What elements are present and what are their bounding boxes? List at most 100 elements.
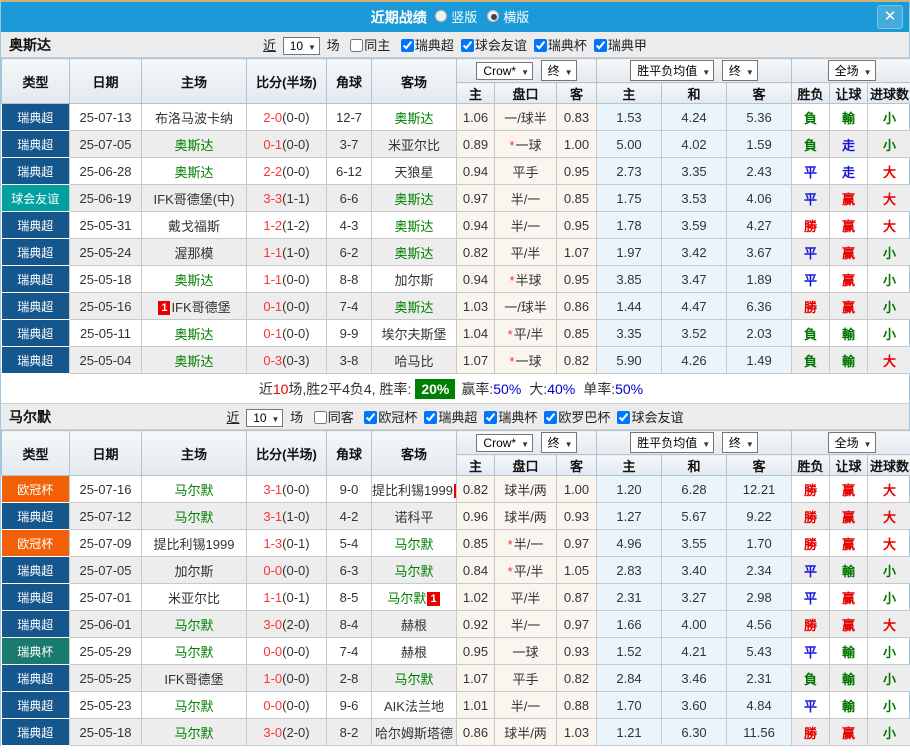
odds-home: 1.02 <box>457 584 495 611</box>
result-1: 赢 <box>830 185 868 212</box>
handicap-cell: *一球 <box>495 131 557 158</box>
col-result-wdl: 胜负 <box>792 455 830 476</box>
handicap-cell: 半/一 <box>495 212 557 239</box>
match-count-select[interactable]: 10 <box>283 37 320 55</box>
team-away: 加尔斯 <box>372 266 457 293</box>
league-checkbox-瑞典杯[interactable]: 瑞典杯 <box>481 410 537 425</box>
league-checkbox[interactable] <box>544 411 557 424</box>
odds-source-select[interactable]: Crow* <box>476 62 533 80</box>
col-odds-home: 主 <box>457 83 495 104</box>
home-team-name: 奥斯达 <box>174 327 213 342</box>
avg-source-select[interactable]: 胜平负均值 <box>630 432 714 453</box>
league-checkbox[interactable] <box>594 39 607 52</box>
home-team-name: 马尔默 <box>174 645 213 660</box>
league-type-cell: 瑞典超 <box>2 320 70 347</box>
league-checkbox-欧罗巴杯[interactable]: 欧罗巴杯 <box>541 410 610 425</box>
league-checkbox-欧冠杯[interactable]: 欧冠杯 <box>361 410 417 425</box>
score-cell: 1-1(0-0) <box>247 266 327 293</box>
handicap-text: 一球 <box>516 354 542 369</box>
home-team-name: 奥斯达 <box>174 273 213 288</box>
avg-odds-0: 5.90 <box>597 347 662 374</box>
avg-final-select[interactable]: 终 <box>722 432 758 453</box>
league-checkbox[interactable] <box>461 39 474 52</box>
avg-source-select[interactable]: 胜平负均值 <box>630 60 714 81</box>
odds-source-select[interactable]: Crow* <box>476 434 533 452</box>
avg-final-select[interactable]: 终 <box>722 60 758 81</box>
home-team-name: 提比利锡1999 <box>154 537 235 552</box>
league-checkbox-瑞典超[interactable]: 瑞典超 <box>398 38 454 53</box>
avg-odds-1: 4.26 <box>662 347 727 374</box>
avg-odds-2: 1.49 <box>727 347 792 374</box>
league-checkbox-label: 瑞典杯 <box>498 410 537 425</box>
league-checkbox[interactable] <box>617 411 630 424</box>
league-type-cell: 瑞典超 <box>2 719 70 746</box>
league-checkbox[interactable] <box>484 411 497 424</box>
radio-circle-selected-icon[interactable] <box>487 10 499 22</box>
match-date: 25-07-09 <box>70 530 142 557</box>
avg-odds-1: 3.46 <box>662 665 727 692</box>
team-home: 加尔斯 <box>142 557 247 584</box>
handicap-text: 球半/两 <box>504 510 547 525</box>
col-home: 主场 <box>142 431 247 476</box>
radio-vertical-layout[interactable]: 竖版 <box>435 7 477 26</box>
handicap-cell: 平/半 <box>495 239 557 266</box>
match-count-select[interactable]: 10 <box>246 409 283 427</box>
avg-odds-1: 3.40 <box>662 557 727 584</box>
same-venue-checkbox[interactable] <box>350 39 363 52</box>
league-checkbox[interactable] <box>534 39 547 52</box>
avg-odds-1: 3.53 <box>662 185 727 212</box>
summary-stat-label: 单率: <box>583 381 615 397</box>
full-time-score: 0-0 <box>263 698 282 713</box>
same-venue-checkbox[interactable] <box>314 411 327 424</box>
away-team-name: 奥斯达 <box>394 111 433 126</box>
result-1: 赢 <box>830 503 868 530</box>
scope-select[interactable]: 全场 <box>828 432 876 453</box>
odds-final-select[interactable]: 终 <box>541 60 577 81</box>
league-checkbox-球会友谊[interactable]: 球会友谊 <box>458 38 527 53</box>
half-time-score: (0-0) <box>282 110 309 125</box>
home-team-name: 奥斯达 <box>174 354 213 369</box>
team-filterbar: 奥斯达 近 10 场 同主 瑞典超球会友谊瑞典杯瑞典甲 <box>1 32 909 58</box>
close-icon[interactable]: ✕ <box>877 5 903 29</box>
corners-cell: 5-4 <box>327 530 372 557</box>
league-checkbox[interactable] <box>424 411 437 424</box>
corners-cell: 12-7 <box>327 104 372 131</box>
league-checkbox[interactable] <box>364 411 377 424</box>
match-row: 球会友谊25-06-19IFK哥德堡(中)3-3(1-1)6-6奥斯达0.97半… <box>2 185 910 212</box>
odds-home: 1.03 <box>457 293 495 320</box>
league-checkbox[interactable] <box>401 39 414 52</box>
col-score: 比分(半场) <box>247 431 327 476</box>
result-2: 小 <box>868 320 910 347</box>
league-checkbox-瑞典超[interactable]: 瑞典超 <box>421 410 477 425</box>
col-avg-draw: 和 <box>662 455 727 476</box>
same-venue-checkbox-label[interactable]: 同客 <box>311 410 354 425</box>
radio-horizontal-layout[interactable]: 横版 <box>487 7 529 26</box>
full-time-score: 0-1 <box>263 299 282 314</box>
league-type-cell: 瑞典超 <box>2 158 70 185</box>
league-checkbox-瑞典甲[interactable]: 瑞典甲 <box>591 38 647 53</box>
team-home: 奥斯达 <box>142 158 247 185</box>
avg-odds-1: 4.02 <box>662 131 727 158</box>
match-date: 25-05-18 <box>70 266 142 293</box>
scope-select[interactable]: 全场 <box>828 60 876 81</box>
odds-home: 0.89 <box>457 131 495 158</box>
home-team-name: IFK哥德堡(中) <box>154 192 235 207</box>
avg-odds-0: 5.00 <box>597 131 662 158</box>
handicap-text: 平/半 <box>511 591 541 606</box>
odds-away: 0.82 <box>557 665 597 692</box>
full-time-score: 1-3 <box>263 536 282 551</box>
score-cell: 3-1(0-0) <box>247 476 327 503</box>
home-team-name: 马尔默 <box>174 510 213 525</box>
league-checkbox-球会友谊[interactable]: 球会友谊 <box>614 410 683 425</box>
red-card-badge: 1 <box>158 301 170 315</box>
handicap-cell: 平/半 <box>495 584 557 611</box>
handicap-cell: *半球 <box>495 266 557 293</box>
odds-final-select[interactable]: 终 <box>541 432 577 453</box>
league-checkbox-瑞典杯[interactable]: 瑞典杯 <box>531 38 587 53</box>
result-2: 大 <box>868 212 910 239</box>
full-time-score: 0-1 <box>263 137 282 152</box>
score-cell: 1-1(1-0) <box>247 239 327 266</box>
half-time-score: (0-0) <box>282 272 309 287</box>
same-venue-checkbox-label[interactable]: 同主 <box>347 38 390 53</box>
radio-circle-icon[interactable] <box>435 10 447 22</box>
